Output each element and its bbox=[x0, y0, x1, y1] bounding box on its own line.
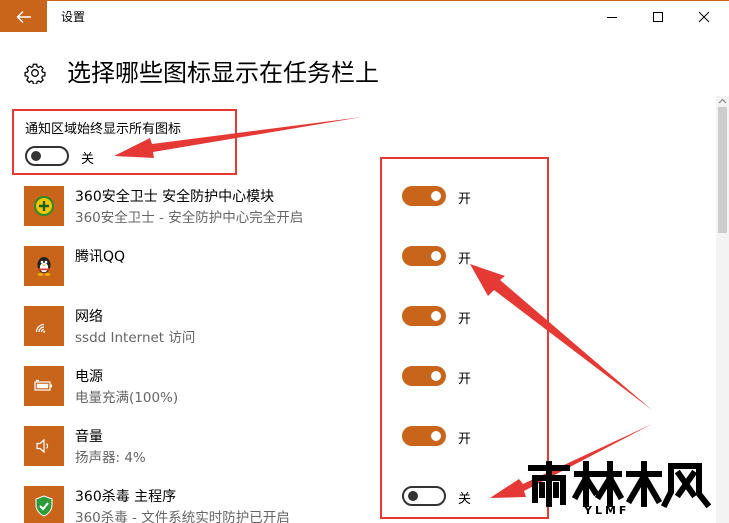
window-title: 设置 bbox=[61, 10, 86, 24]
battery-icon bbox=[34, 379, 52, 391]
app-description: 360杀毒 - 文件系统实时防护已开启 bbox=[75, 510, 290, 523]
360-shield-plus-icon bbox=[34, 196, 54, 216]
app-description: ssdd Internet 访问 bbox=[75, 330, 196, 346]
back-arrow-icon bbox=[16, 10, 31, 23]
maximize-button[interactable] bbox=[635, 1, 681, 32]
watermark-latin-text: YLMF bbox=[584, 504, 630, 517]
app-description: 360安全卫士 - 安全防护中心完全开启 bbox=[75, 210, 304, 226]
title-bar: 设置 bbox=[0, 0, 729, 32]
app-name: 网络 bbox=[75, 309, 103, 325]
360-antivirus-shield-icon bbox=[35, 495, 53, 517]
minimize-icon bbox=[607, 16, 617, 18]
annotation-box-toggles bbox=[380, 157, 549, 519]
app-icon-tile bbox=[24, 246, 64, 286]
gear-icon bbox=[24, 63, 46, 84]
app-name: 360杀毒 主程序 bbox=[75, 489, 177, 505]
minimize-button[interactable] bbox=[589, 1, 635, 32]
close-button[interactable] bbox=[681, 1, 727, 32]
scroll-up-arrow-icon[interactable] bbox=[718, 97, 727, 105]
wifi-icon bbox=[35, 323, 46, 333]
scrollbar-thumb[interactable] bbox=[718, 107, 727, 233]
app-icon-tile bbox=[24, 486, 64, 523]
app-icon-tile bbox=[24, 426, 64, 466]
app-description: 扬声器: 4% bbox=[75, 450, 146, 466]
maximize-icon bbox=[653, 11, 663, 22]
app-name: 360安全卫士 安全防护中心模块 bbox=[75, 189, 275, 205]
app-icon-tile bbox=[24, 186, 64, 226]
page-title: 选择哪些图标显示在任务栏上 bbox=[67, 59, 379, 87]
app-icon-tile bbox=[24, 366, 64, 406]
qq-penguin-icon bbox=[37, 257, 51, 276]
back-button[interactable] bbox=[0, 1, 47, 32]
close-icon bbox=[698, 11, 710, 22]
app-icon-tile bbox=[24, 306, 64, 346]
app-name: 音量 bbox=[75, 429, 103, 445]
speaker-icon bbox=[36, 438, 49, 454]
app-description: 电量充满(100%) bbox=[75, 390, 179, 406]
app-name: 电源 bbox=[75, 369, 103, 385]
annotation-box-master bbox=[12, 109, 237, 175]
app-name: 腾讯QQ bbox=[75, 249, 126, 265]
